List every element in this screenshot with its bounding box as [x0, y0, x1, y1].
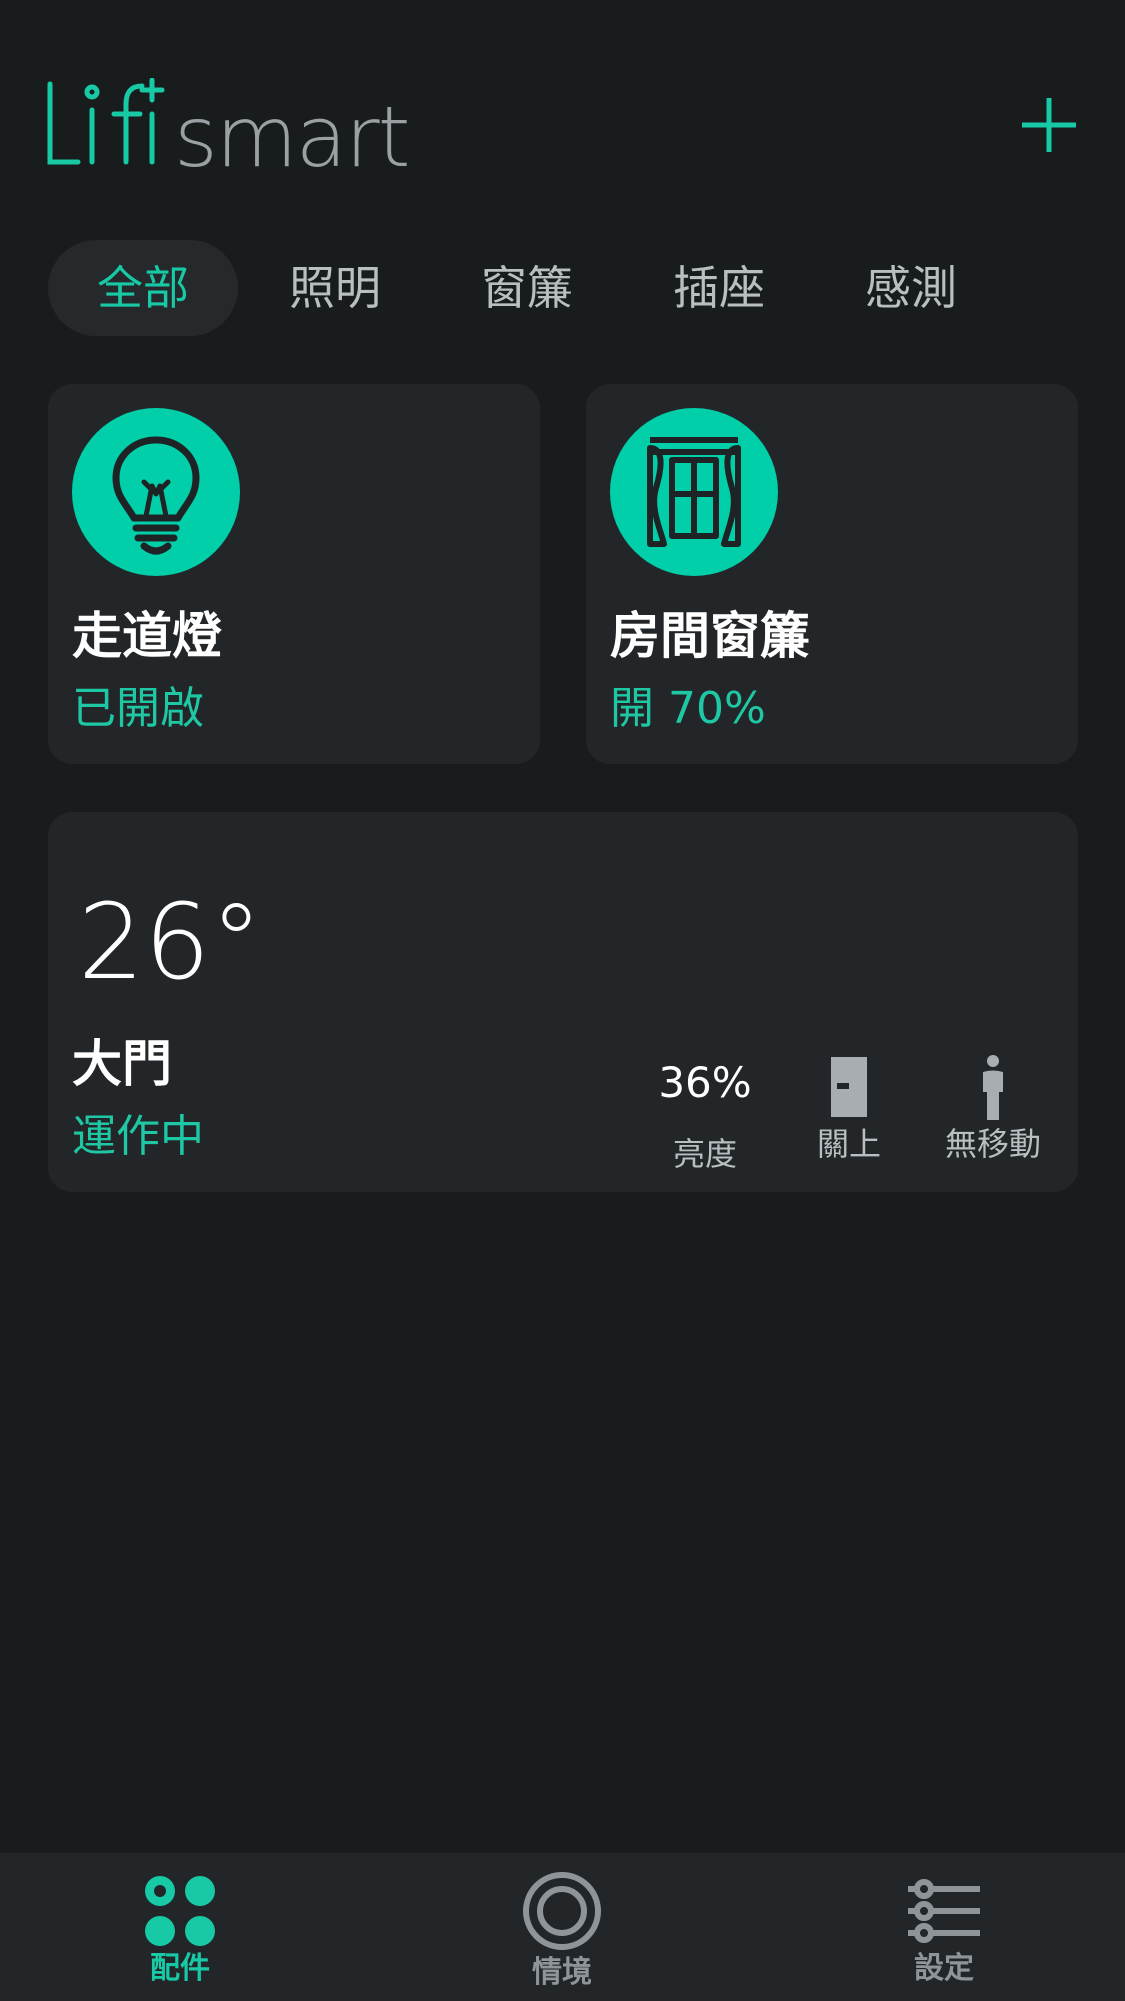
tab-lighting[interactable]: 照明	[240, 240, 430, 336]
door-label: 關上	[816, 1125, 881, 1163]
device-card-hallway-light[interactable]: 走道燈 已開啟	[48, 384, 540, 764]
device-status: 開 70%	[610, 683, 766, 734]
logo-text: smart	[174, 88, 411, 186]
category-tabs: 全部 照明 窗簾 插座 感測	[48, 240, 1078, 336]
tab-all[interactable]: 全部	[48, 240, 238, 336]
device-card-room-curtain[interactable]: 房間窗簾 開 70%	[586, 384, 1078, 764]
app-logo: smart	[44, 78, 411, 182]
device-name: 房間窗簾	[610, 607, 810, 665]
brightness-label: 亮度	[672, 1135, 737, 1173]
header: smart	[0, 0, 1125, 200]
sensor-card-main-door[interactable]: 26° 大門 運作中 36% 亮度 關上 無移動	[48, 812, 1078, 1192]
bottom-navigation: 配件 情境 設定	[0, 1853, 1125, 2001]
brightness-value: 36%	[658, 1058, 752, 1107]
app-screen: smart 全部 照明 窗簾 插座 感測 走道燈 已開啟 房間窗簾 開 70% …	[0, 0, 1125, 2001]
device-icon-circle[interactable]	[610, 408, 778, 576]
tab-sockets[interactable]: 插座	[624, 240, 814, 336]
scenes-icon	[523, 1872, 601, 1950]
nav-accessories[interactable]: 配件	[80, 1853, 280, 2001]
sensor-name: 大門	[72, 1035, 172, 1093]
settings-sliders-icon	[908, 1879, 980, 1943]
plus-icon	[1022, 98, 1076, 152]
accessories-icon	[145, 1876, 215, 1946]
nav-label: 情境	[532, 1955, 592, 1990]
nav-label: 設定	[914, 1951, 974, 1986]
nav-settings[interactable]: 設定	[844, 1853, 1044, 2001]
sensor-status: 運作中	[72, 1111, 204, 1162]
device-icon-circle[interactable]	[72, 408, 240, 576]
device-status: 已開啟	[72, 683, 204, 734]
temperature-reading: 26°	[78, 881, 263, 1003]
device-name: 走道燈	[72, 607, 222, 665]
motion-metric: 無移動	[928, 1054, 1058, 1164]
door-metric: 關上	[784, 1054, 914, 1164]
light-bulb-icon	[112, 436, 200, 555]
nav-label: 配件	[150, 1951, 210, 1986]
motion-label: 無移動	[944, 1125, 1041, 1163]
add-device-button[interactable]	[1020, 96, 1078, 154]
curtain-icon	[647, 437, 741, 547]
brightness-metric: 36% 亮度	[640, 1058, 770, 1174]
person-icon	[983, 1055, 1003, 1120]
lifi-logo-mark	[47, 78, 165, 165]
tab-sensors[interactable]: 感測	[816, 240, 1006, 336]
nav-scenes[interactable]: 情境	[462, 1853, 662, 2001]
tab-curtains[interactable]: 窗簾	[432, 240, 622, 336]
door-closed-icon	[831, 1057, 867, 1117]
